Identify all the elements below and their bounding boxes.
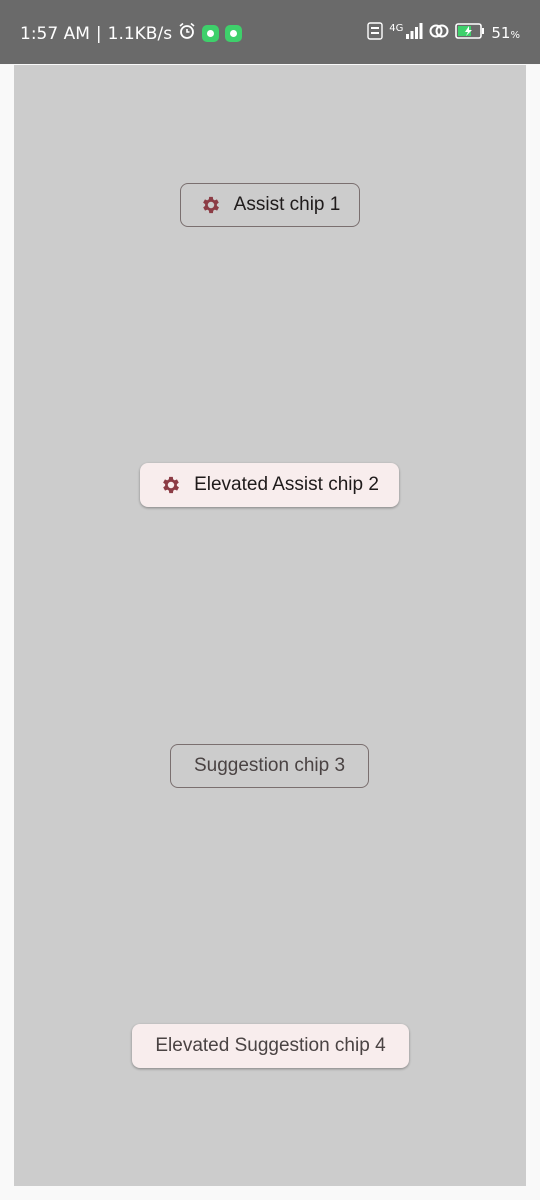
status-right: 4G 51%	[367, 22, 520, 44]
volte-icon	[367, 22, 383, 44]
signal-icon	[405, 23, 423, 43]
battery-icon	[455, 23, 485, 43]
status-divider: |	[95, 23, 102, 44]
elevated-suggestion-chip-4[interactable]: Elevated Suggestion chip 4	[132, 1024, 409, 1068]
elevated-assist-chip-2[interactable]: Elevated Assist chip 2	[140, 463, 399, 507]
gear-icon	[200, 194, 222, 216]
alarm-icon	[178, 22, 196, 45]
link-icon	[429, 22, 449, 44]
suggestion-chip-3[interactable]: Suggestion chip 3	[170, 744, 369, 788]
network-type: 4G	[389, 22, 404, 34]
status-time: 1:57 AM	[20, 23, 90, 44]
status-left: 1:57 AM | 1.1KB/s	[20, 22, 243, 45]
assist-chip-1-label: Assist chip 1	[233, 194, 341, 215]
elevated-assist-chip-2-label: Elevated Assist chip 2	[194, 474, 379, 495]
status-speed: 1.1KB/s	[107, 23, 173, 44]
chips-panel: Assist chip 1 Elevated Assist chip 2 Sug…	[14, 65, 526, 1186]
gear-icon	[160, 474, 182, 496]
assist-chip-1[interactable]: Assist chip 1	[180, 183, 360, 227]
app-notification-icon	[202, 25, 220, 42]
app-notification-icon-2	[225, 25, 243, 42]
elevated-suggestion-chip-4-label: Elevated Suggestion chip 4	[155, 1035, 386, 1056]
battery-level: 51%	[491, 24, 520, 42]
suggestion-chip-3-label: Suggestion chip 3	[193, 755, 346, 776]
status-bar: 1:57 AM | 1.1KB/s 4G 51%	[0, 0, 540, 64]
